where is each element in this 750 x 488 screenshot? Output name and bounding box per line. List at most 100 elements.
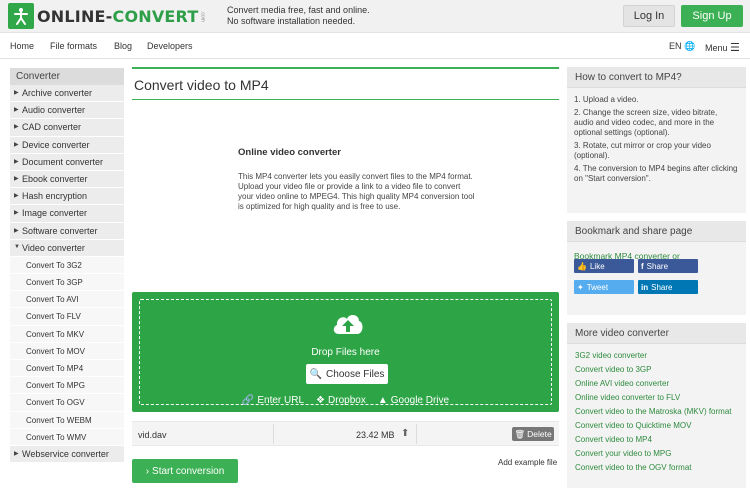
howto-step: 1. Upload a video. [574,95,639,104]
howto-step: 3. Rotate, cut mirror or crop your video… [574,141,711,160]
caret-right-icon: ▶ [14,210,19,217]
nav-file-formats[interactable]: File formats [50,41,97,51]
chevron-right-icon: › [145,465,150,477]
bookmark-title: Bookmark and share page [567,221,746,242]
tagline-line-1: Convert media free, fast and online. [227,5,370,15]
sidebar-item-label: Audio converter [22,105,86,116]
link-icon: 🔗 [241,395,255,406]
start-conversion-label: Start conversion [152,465,225,477]
more-link[interactable]: Convert your video to MPG [575,449,746,459]
more-link[interactable]: Online video converter to FLV [575,393,746,403]
tweet-button[interactable]: ✦ Tweet [574,280,634,294]
howto-step: 2. Change the screen size, video bitrate… [574,108,718,137]
google-drive-button[interactable]: ▲ Google Drive [378,395,449,406]
enter-url-button[interactable]: 🔗 Enter URL [242,395,304,406]
sidebar-item-device[interactable]: ▶ Device converter [10,136,124,154]
google-drive-icon: ▲ [377,395,388,406]
facebook-share-button[interactable]: f Share [638,259,698,273]
sidebar-subitem-mpg[interactable]: Convert To MPG [10,377,124,395]
more-link[interactable]: Convert video to the Matroska (MKV) form… [575,407,746,417]
choose-files-button[interactable]: 🔍 Choose Files [306,364,388,384]
more-link[interactable]: Convert video to the OGV format [575,463,746,473]
more-link[interactable]: Online AVI video converter [575,379,746,389]
sidebar-item-label: CAD converter [22,122,82,133]
intro-text: This MP4 converter lets you easily conve… [238,172,475,211]
start-conversion-button[interactable]: › Start conversion [132,459,238,483]
in-share-label: Share [651,282,673,292]
login-button[interactable]: Log In [623,5,675,27]
sidebar-subitem-webm[interactable]: Convert To WEBM [10,411,124,429]
linkedin-share-button[interactable]: in Share [638,280,698,294]
sidebar-item-webservice[interactable]: ▶ Webservice converter [10,445,124,464]
file-name: vid.dav [138,430,167,440]
delete-file-button[interactable]: 🗑 Delete [512,427,554,441]
main-nav: Home File formats Blog Developers EN 🌐 M… [0,34,750,59]
logo-figure-icon [8,3,34,29]
divider [416,424,417,444]
sidebar-title: Converter [10,68,124,85]
sidebar-item-archive[interactable]: ▶ Archive converter [10,85,124,103]
sidebar-subitem-flv[interactable]: Convert To FLV [10,308,124,326]
choose-files-label: Choose Files [326,368,385,380]
howto-title: How to convert to MP4? [567,67,746,88]
sidebar-item-label: Archive converter [22,88,93,98]
nav-developers[interactable]: Developers [147,41,193,51]
menu-button[interactable]: Menu ☰ [705,41,740,54]
sidebar-subitem-avi[interactable]: Convert To AVI [10,291,124,309]
more-link[interactable]: Convert video to MP4 [575,435,746,445]
more-link[interactable]: Convert video to 3GP [575,365,746,375]
globe-icon: 🌐 [684,41,696,51]
caret-right-icon: ▶ [14,158,19,165]
sidebar-subitem-mkv[interactable]: Convert To MKV [10,325,124,343]
sidebar-item-label: Hash encryption [22,191,88,202]
bookmark-panel: Bookmark and share page Bookmark MP4 con… [567,221,746,315]
sidebar-item-image[interactable]: ▶ Image converter [10,205,124,223]
sidebar-item-label: Document converter [22,156,104,167]
tweet-label: Tweet [586,282,609,292]
sidebar-subitem-wmv[interactable]: Convert To WMV [10,428,124,446]
sidebar-subitem-mp4[interactable]: Convert To MP4 [10,360,124,378]
sidebar-item-hash[interactable]: ▶ Hash encryption [10,188,124,206]
share-buttons: 👍 Like f Share ✦ Tweet in Share [567,259,746,324]
file-drop-zone[interactable]: Drop Files here 🔍 Choose Files 🔗 Enter UR… [132,292,559,412]
signup-button[interactable]: Sign Up [681,5,743,27]
more-converters-list: 3G2 video converter Convert video to 3GP… [567,344,746,479]
sidebar-item-audio[interactable]: ▶ Audio converter [10,102,124,120]
sidebar-item-cad[interactable]: ▶ CAD converter [10,119,124,137]
add-example-file-link[interactable]: Add example file [498,458,557,467]
nav-blog[interactable]: Blog [114,41,132,51]
language-selector[interactable]: EN 🌐 [669,41,695,52]
uploaded-file-row: vid.dav 23.42 MB ⬆ 🗑 Delete [132,421,559,446]
more-link[interactable]: Convert video to Quicktime MOV [575,421,746,431]
drop-files-label: Drop Files here [311,347,380,358]
twitter-icon: ✦ [577,282,584,292]
intro-section: Online video converter This MP4 converte… [238,147,478,212]
top-header: ONLINE-CONVERT .com Convert media free, … [0,0,750,33]
more-title: More video converter [567,323,746,344]
dropbox-icon: ❖ [316,395,326,406]
sidebar-subitem-3gp[interactable]: Convert To 3GP [10,274,124,292]
caret-right-icon: ▶ [14,193,19,200]
sidebar-subitem-ogv[interactable]: Convert To OGV [10,394,124,412]
sidebar-item-video[interactable]: ▼ Video converter [10,239,124,257]
site-logo[interactable]: ONLINE-CONVERT .com [8,3,205,29]
dropbox-label: Dropbox [328,395,366,406]
caret-right-icon: ▶ [14,124,19,131]
trash-icon: 🗑 [514,428,526,439]
sidebar-subitem-mov[interactable]: Convert To MOV [10,342,124,360]
sidebar-subitem-3g2[interactable]: Convert To 3G2 [10,256,124,275]
more-link[interactable]: 3G2 video converter [575,351,746,361]
divider [273,424,274,444]
hamburger-icon: ☰ [730,42,740,54]
howto-step: 4. The conversion to MP4 begins after cl… [574,164,738,183]
sidebar-item-document[interactable]: ▶ Document converter [10,153,124,171]
facebook-like-button[interactable]: 👍 Like [574,259,634,273]
logo-accent-text: CONVERT [112,6,199,26]
sidebar-item-software[interactable]: ▶ Software converter [10,222,124,240]
language-label: EN [669,41,682,51]
sidebar-item-ebook[interactable]: ▶ Ebook converter [10,170,124,189]
delete-label: Delete [527,429,552,439]
nav-home[interactable]: Home [10,41,34,51]
dropbox-button[interactable]: ❖ Dropbox [316,395,366,406]
facebook-icon: f [641,261,644,271]
